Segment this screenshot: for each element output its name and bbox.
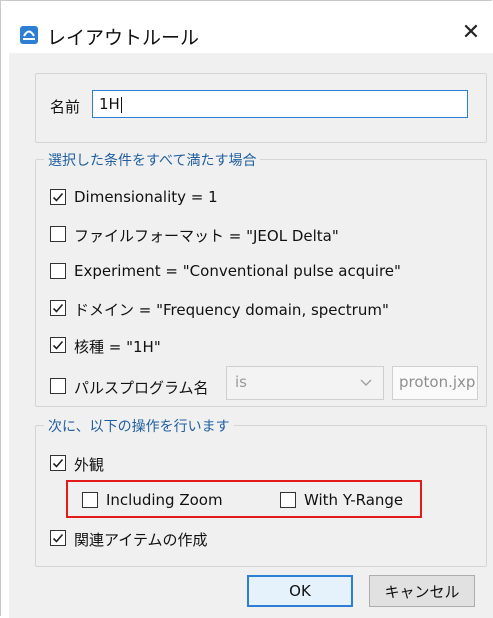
conditions-group: 選択した条件をすべて満たす場合 Dimensionality = 1 ファイルフ… — [35, 150, 487, 407]
name-group: 名前 1H — [35, 73, 487, 143]
pulse-operator-value: is — [235, 373, 247, 391]
name-input-value: 1H — [99, 95, 120, 113]
window-title: レイアウトルール — [47, 27, 200, 49]
text-cursor — [120, 96, 122, 113]
pulse-value-text: proton.jxp — [399, 373, 476, 391]
nucleus-checkbox[interactable] — [50, 337, 66, 353]
domain-checkbox[interactable] — [50, 300, 66, 316]
close-icon[interactable]: ✕ — [456, 17, 486, 47]
name-input[interactable]: 1H — [92, 90, 468, 118]
nucleus-label: 核種 = "1H" — [74, 338, 161, 356]
pulse-operator-select[interactable]: is — [226, 366, 384, 400]
file-format-label: ファイルフォーマット = "JEOL Delta" — [74, 227, 339, 245]
create-related-checkbox[interactable] — [50, 530, 66, 546]
with-y-range-label: With Y-Range — [304, 491, 404, 509]
experiment-checkbox[interactable] — [50, 263, 66, 279]
with-y-range-checkbox[interactable] — [280, 492, 296, 508]
including-zoom-label: Including Zoom — [106, 491, 223, 509]
pulse-value-field[interactable]: proton.jxp — [392, 366, 478, 400]
create-related-label: 関連アイテムの作成 — [74, 531, 208, 549]
dimensionality-checkbox[interactable] — [50, 189, 66, 205]
conditions-legend: 選択した条件をすべて満たす場合 — [44, 150, 261, 170]
app-icon — [19, 25, 39, 45]
domain-label: ドメイン = "Frequency domain, spectrum" — [74, 301, 389, 319]
chevron-down-icon — [359, 375, 373, 389]
layout-rule-dialog: レイアウトルール ✕ 名前 1H 選択した条件をすべて満たす場合 Dimensi… — [0, 0, 493, 618]
ok-button[interactable]: OK — [247, 575, 353, 607]
dialog-body: 名前 1H 選択した条件をすべて満たす場合 Dimensionality = 1… — [9, 53, 493, 618]
experiment-label: Experiment = "Conventional pulse acquire… — [74, 262, 401, 280]
actions-legend: 次に、以下の操作を行います — [44, 416, 234, 436]
appearance-label: 外観 — [74, 456, 105, 474]
cancel-button[interactable]: キャンセル — [369, 575, 475, 607]
actions-group: 次に、以下の操作を行います 外観 Including Zoom With Y-R… — [35, 416, 487, 567]
file-format-checkbox[interactable] — [50, 226, 66, 242]
including-zoom-checkbox[interactable] — [82, 492, 98, 508]
pulse-program-checkbox[interactable] — [50, 378, 66, 394]
title-bar: レイアウトルール ✕ — [1, 1, 493, 53]
appearance-checkbox[interactable] — [50, 455, 66, 471]
zoom-options-highlight: Including Zoom With Y-Range — [66, 480, 422, 518]
pulse-program-label: パルスプログラム名 — [74, 379, 209, 397]
dimensionality-label: Dimensionality = 1 — [74, 188, 218, 206]
name-label: 名前 — [50, 98, 81, 116]
